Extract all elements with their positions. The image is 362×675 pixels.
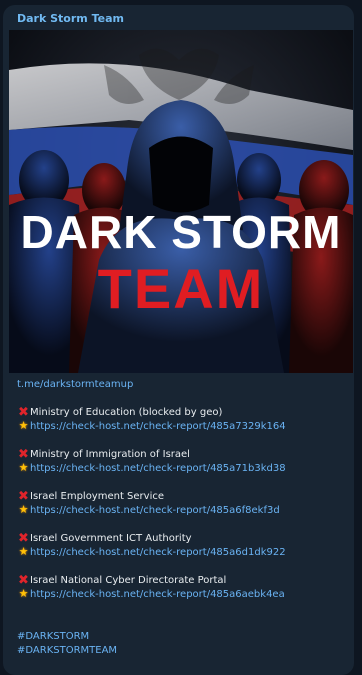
cross-mark-icon: ✖ <box>18 573 29 588</box>
target-entry: ✖Ministry of Immigration of Israel ★ http… <box>17 448 349 476</box>
target-entry: ✖Israel National Cyber Directorate Porta… <box>17 574 349 602</box>
target-entry: ✖Israel Employment Service ★ https://chec… <box>17 490 349 518</box>
report-link[interactable]: https://check-host.net/check-report/485a… <box>30 463 286 474</box>
target-name: Israel Government ICT Authority <box>30 533 192 544</box>
target-name: Ministry of Immigration of Israel <box>30 449 190 460</box>
target-name: Ministry of Education (blocked by geo) <box>30 407 223 418</box>
target-entry: ✖Ministry of Education (blocked by geo) … <box>17 406 349 434</box>
glowing-star-icon: ★ <box>18 503 29 516</box>
report-link[interactable]: https://check-host.net/check-report/485a… <box>30 547 286 558</box>
invite-link[interactable]: t.me/darkstormteamup <box>17 379 133 390</box>
poster-title-line1: DARK STORM <box>21 206 342 258</box>
report-link[interactable]: https://check-host.net/check-report/485a… <box>30 589 285 600</box>
cross-mark-icon: ✖ <box>18 489 29 504</box>
report-link[interactable]: https://check-host.net/check-report/485a… <box>30 421 286 432</box>
target-name: Israel Employment Service <box>30 491 165 502</box>
cross-mark-icon: ✖ <box>18 447 29 462</box>
hashtag-link[interactable]: #DARKSTORM <box>17 631 89 642</box>
poster-art: DARK STORM TEAM <box>9 30 353 373</box>
cross-mark-icon: ✖ <box>18 531 29 546</box>
glowing-star-icon: ★ <box>18 587 29 600</box>
glowing-star-icon: ★ <box>18 461 29 474</box>
glowing-star-icon: ★ <box>18 419 29 432</box>
target-name: Israel National Cyber Directorate Portal <box>30 575 227 586</box>
hashtag-link[interactable]: #DARKSTORMTEAM <box>17 645 117 656</box>
message-caption: t.me/darkstormteamup ✖Ministry of Educat… <box>17 378 349 658</box>
cross-mark-icon: ✖ <box>18 405 29 420</box>
poster-title-line2: TEAM <box>98 257 265 320</box>
report-link[interactable]: https://check-host.net/check-report/485a… <box>30 505 280 516</box>
channel-title[interactable]: Dark Storm Team <box>17 12 124 25</box>
poster-image[interactable]: DARK STORM TEAM <box>9 30 353 373</box>
target-entry: ✖Israel Government ICT Authority ★ https:… <box>17 532 349 560</box>
glowing-star-icon: ★ <box>18 545 29 558</box>
message-bubble: Dark Storm Team DARK STORM TEAM t.me/dar… <box>3 5 354 675</box>
